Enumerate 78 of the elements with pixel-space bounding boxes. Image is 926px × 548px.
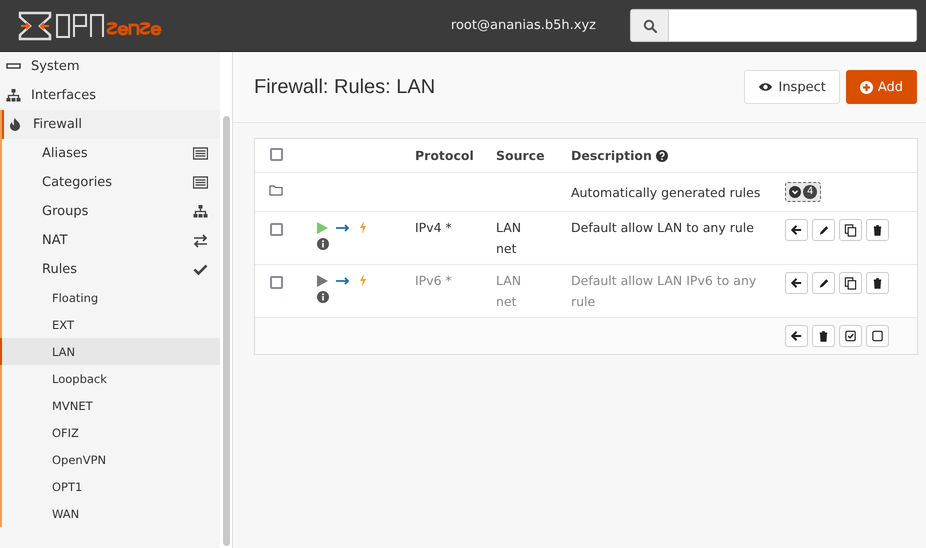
sitemap-icon <box>6 88 21 103</box>
trash-icon <box>871 223 884 237</box>
sidebar-item[interactable]: Floating <box>2 284 220 311</box>
sidebar-item[interactable]: OPT1 <box>2 473 220 500</box>
checkbox-empty-button[interactable] <box>866 325 889 347</box>
column-header: Description <box>571 148 652 163</box>
search-icon <box>642 18 656 32</box>
lightning-icon <box>359 221 367 234</box>
trash-button[interactable] <box>812 325 835 347</box>
sidebar-item[interactable]: EXT <box>2 311 220 338</box>
help-icon <box>656 150 668 162</box>
info-icon <box>317 238 329 250</box>
sidebar-item[interactable]: NAT <box>2 226 220 255</box>
arrow-left-button[interactable] <box>785 219 808 241</box>
arrow-left-button[interactable] <box>785 325 808 347</box>
sitemap-icon <box>193 204 208 219</box>
source-cell-text: LAN net <box>496 219 522 258</box>
arrow-left-icon <box>790 276 803 290</box>
sidebar-item[interactable]: LAN <box>0 338 220 365</box>
folder-icon <box>269 184 283 196</box>
fire-icon <box>8 117 23 132</box>
source-cell-text: LAN net <box>496 272 522 311</box>
expand-group-button[interactable]: 4 <box>785 182 822 202</box>
search-field[interactable] <box>630 9 917 42</box>
pencil-button[interactable] <box>812 219 835 241</box>
description-cell-text: Default allow LAN IPv6 to any rule <box>571 272 758 311</box>
add-button[interactable]: Add <box>846 70 917 104</box>
arrow-left-button[interactable] <box>785 272 808 294</box>
description-cell-text: Default allow LAN to any rule <box>571 219 755 237</box>
copy-button[interactable] <box>839 272 862 294</box>
sidebar-item[interactable]: Firewall <box>2 110 220 139</box>
pencil-button[interactable] <box>812 272 835 294</box>
select-all-checkbox[interactable] <box>270 148 283 161</box>
exchange-icon <box>193 233 208 248</box>
checkbox-empty-icon <box>871 329 884 343</box>
group-label: Automatically generated rules <box>571 184 762 202</box>
page-title: Firewall: Rules: LAN <box>254 76 436 98</box>
protocol-cell-text: IPv6 * <box>415 272 453 290</box>
eye-icon <box>758 82 774 92</box>
trash-icon <box>871 276 884 290</box>
chevron-down-icon <box>789 186 801 198</box>
arrow-left-icon <box>790 329 803 343</box>
trash-icon <box>817 329 830 343</box>
copy-button[interactable] <box>839 219 862 241</box>
sidebar-item[interactable]: Categories <box>2 168 220 197</box>
arrow-right-icon <box>336 224 351 232</box>
scrollbar[interactable] <box>223 116 230 546</box>
row-checkbox[interactable] <box>270 276 283 289</box>
info-icon <box>317 291 329 303</box>
checkbox-checked-icon <box>844 329 857 343</box>
sidebar-item[interactable]: OFIZ <box>2 419 220 446</box>
protocol-cell-text: IPv4 * <box>415 219 453 237</box>
user-label[interactable]: root@ananias.b5h.xyz <box>450 18 596 33</box>
sidebar-item[interactable]: System <box>0 52 220 81</box>
column-header: Protocol <box>415 147 475 165</box>
plus-icon <box>860 80 873 94</box>
check-icon <box>193 262 208 277</box>
arrow-right-icon <box>336 276 351 284</box>
sidebar-item[interactable]: MVNET <box>2 392 220 419</box>
lightning-icon <box>359 274 367 287</box>
sidebar-item[interactable]: Aliases <box>2 139 220 168</box>
sidebar-item[interactable]: Rules <box>2 255 220 284</box>
trash-button[interactable] <box>866 272 889 294</box>
sidebar-item[interactable]: WAN <box>2 500 220 527</box>
trash-button[interactable] <box>866 219 889 241</box>
list-icon <box>193 175 208 190</box>
sidebar-item[interactable]: Loopback <box>2 365 220 392</box>
sidebar-item[interactable]: OpenVPN <box>2 446 220 473</box>
copy-icon <box>844 276 857 290</box>
row-checkbox[interactable] <box>270 223 283 236</box>
copy-icon <box>844 223 857 237</box>
sidebar-item[interactable]: Interfaces <box>0 81 220 110</box>
inspect-button[interactable]: Inspect <box>744 70 840 104</box>
sidebar-item[interactable]: Groups <box>2 197 220 226</box>
arrow-left-icon <box>790 223 803 237</box>
column-header: Source <box>496 147 546 165</box>
checkbox-checked-button[interactable] <box>839 325 862 347</box>
list-icon <box>193 146 208 161</box>
